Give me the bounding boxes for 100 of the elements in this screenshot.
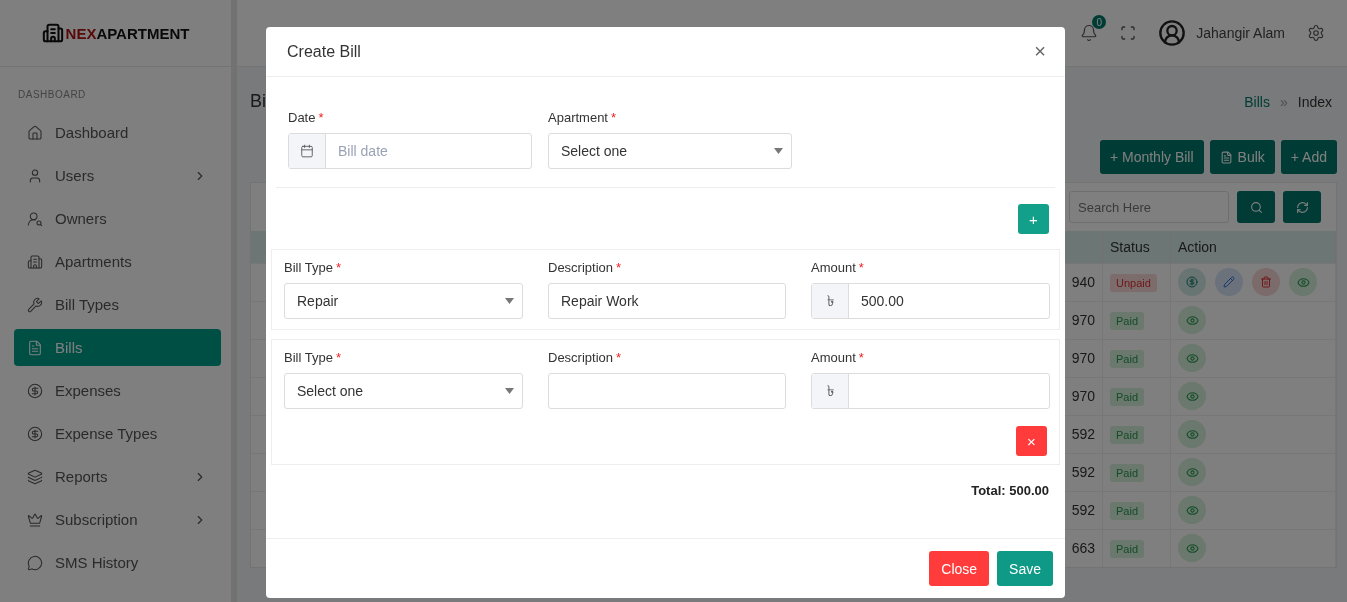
dialog-title: Create Bill: [287, 42, 361, 61]
wrench-icon: [27, 296, 43, 313]
eye-icon: [1296, 275, 1310, 289]
close-button[interactable]: ×: [1034, 40, 1046, 63]
document-icon: [27, 339, 43, 356]
toolbar-button[interactable]: + Add: [1280, 140, 1337, 174]
view-button[interactable]: [1178, 496, 1206, 524]
eye-icon: [1185, 351, 1199, 365]
date-field[interactable]: Bill date: [288, 133, 532, 169]
view-button[interactable]: [1289, 268, 1317, 296]
sidebar-item[interactable]: Owners: [14, 200, 221, 237]
search-button[interactable]: [1237, 191, 1275, 223]
status-badge: Paid: [1110, 312, 1145, 330]
sidebar-item[interactable]: Expense Types: [14, 415, 221, 452]
settings-icon[interactable]: [1307, 24, 1325, 42]
view-button[interactable]: [1178, 420, 1206, 448]
view-button[interactable]: [1178, 458, 1206, 486]
column-header: Action: [1170, 231, 1336, 263]
remove-item-button[interactable]: ×: [1016, 426, 1047, 456]
sidebar-item[interactable]: Reports: [14, 458, 221, 495]
eye-icon: [1185, 313, 1199, 327]
status-badge: Unpaid: [1110, 274, 1157, 292]
document-icon: [1219, 150, 1233, 164]
breadcrumb-link[interactable]: Bills: [1244, 93, 1270, 110]
eye-icon: [1185, 427, 1199, 441]
sidebar-item[interactable]: SMS History: [14, 544, 221, 581]
dollar-icon: [27, 382, 43, 399]
caret-icon: [505, 298, 514, 304]
eye-icon: [1185, 541, 1199, 555]
notification-badge: 0: [1092, 15, 1107, 29]
field-label: Bill Type *: [284, 260, 342, 275]
sidebar-item[interactable]: Users: [14, 157, 221, 194]
calendar-icon: [300, 144, 314, 158]
status-badge: Paid: [1110, 388, 1145, 406]
field-label: Date *: [288, 110, 325, 125]
status-badge: Paid: [1110, 540, 1145, 559]
field-label: Apartment *: [548, 110, 618, 125]
text-field[interactable]: Repair Work: [548, 283, 786, 319]
sidebar-item[interactable]: Subscription: [14, 501, 221, 538]
layers-icon: [27, 468, 43, 485]
breadcrumb-current: Index: [1297, 93, 1332, 110]
toolbar-button[interactable]: Bulk: [1209, 140, 1275, 174]
select-field[interactable]: Repair: [284, 283, 523, 319]
sidebar-item[interactable]: Expenses: [14, 372, 221, 409]
field-label: Amount *: [811, 260, 865, 275]
search-icon: [1249, 200, 1263, 214]
caret-icon: [505, 388, 514, 394]
toolbar-button[interactable]: + Monthly Bill: [1099, 140, 1204, 174]
fullscreen-icon[interactable]: [1120, 25, 1137, 41]
user-icon: [27, 167, 43, 184]
select-field[interactable]: Select one: [548, 133, 792, 169]
field-label: Description *: [548, 350, 623, 365]
view-button[interactable]: [1178, 534, 1206, 563]
view-button[interactable]: [1178, 306, 1206, 334]
add-item-button[interactable]: +: [1018, 204, 1049, 234]
amount-field[interactable]: ৳: [811, 373, 1050, 409]
eye-icon: [1185, 465, 1199, 479]
section-title: DASHBOARD: [17, 88, 87, 102]
sidebar-item[interactable]: Bill Types: [14, 286, 221, 323]
close-dialog-button[interactable]: Close: [929, 551, 990, 586]
eye-icon: [1185, 389, 1199, 403]
crown-icon: [27, 511, 43, 528]
sidebar-item[interactable]: Apartments: [14, 243, 221, 280]
view-button[interactable]: [1178, 382, 1206, 410]
view-button[interactable]: [1178, 344, 1206, 372]
building-icon: [27, 253, 43, 270]
user-name[interactable]: Jahangir Alam: [1196, 25, 1285, 41]
delete-button[interactable]: [1252, 268, 1280, 296]
field-label: Bill Type *: [284, 350, 342, 365]
sidebar-item[interactable]: Dashboard: [14, 114, 221, 151]
field-label: Description *: [548, 260, 623, 275]
status-badge: Paid: [1110, 350, 1145, 368]
select-field[interactable]: Select one: [284, 373, 523, 409]
payment-button[interactable]: [1178, 268, 1206, 296]
sidebar-item[interactable]: Bills: [14, 329, 221, 366]
save-button[interactable]: Save: [997, 551, 1053, 586]
eye-icon: [1185, 503, 1199, 517]
page-title: Bi: [250, 91, 266, 112]
user-search-icon: [27, 210, 43, 227]
refresh-icon: [1295, 200, 1309, 214]
building-icon: [41, 22, 64, 44]
field-label: Amount *: [811, 350, 865, 365]
avatar-icon[interactable]: [1158, 19, 1187, 47]
status-badge: Paid: [1110, 502, 1145, 520]
status-badge: Paid: [1110, 426, 1145, 444]
total-amount: Total: 500.00: [970, 482, 1050, 498]
caret-icon: [774, 148, 783, 154]
status-badge: Paid: [1110, 464, 1145, 482]
pencil-icon: [1223, 276, 1235, 288]
refresh-button[interactable]: [1283, 191, 1321, 223]
trash-icon: [1260, 276, 1272, 288]
bell-icon[interactable]: [1080, 24, 1099, 42]
dollar-icon: [27, 425, 43, 442]
amount-field[interactable]: ৳ 500.00: [811, 283, 1050, 319]
search-field[interactable]: Search Here: [1069, 191, 1229, 223]
brand-logo: NEXAPARTMENT: [0, 0, 231, 67]
dollar-icon: [1186, 276, 1198, 288]
column-header: Status: [1102, 231, 1171, 263]
text-field[interactable]: [548, 373, 786, 409]
edit-button[interactable]: [1215, 268, 1243, 296]
